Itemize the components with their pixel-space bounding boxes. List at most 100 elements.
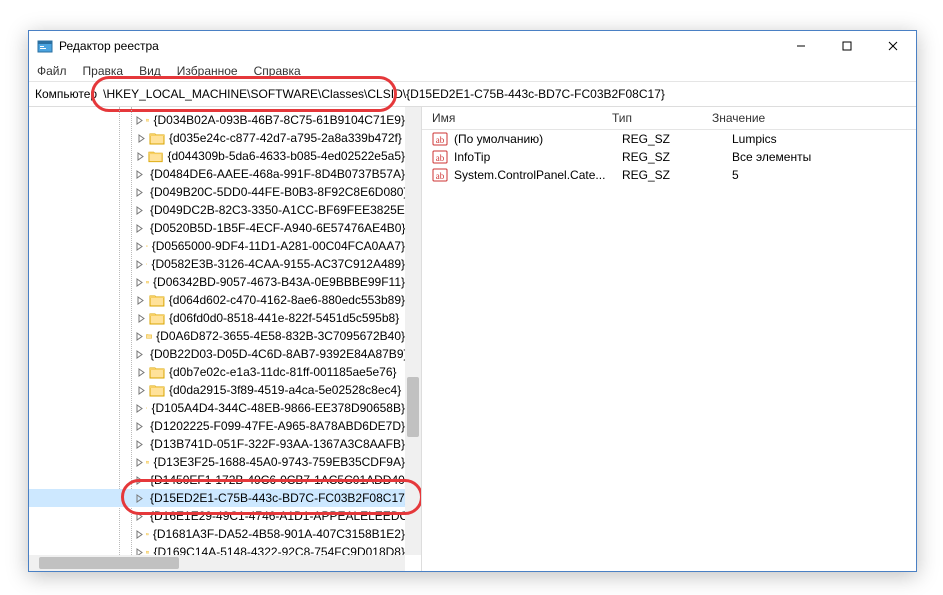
values-pane[interactable]: Имя Тип Значение (По умолчанию)REG_SZLum… [422, 107, 916, 571]
tree-item-label: {D0B22D03-D05D-4C6D-8AB7-9392E84A87B9} [150, 347, 405, 361]
minimize-button[interactable] [778, 31, 824, 61]
tree-item[interactable]: {d0b7e02c-e1a3-11dc-81ff-001185ae5e76} [29, 363, 405, 381]
tree-item[interactable]: {D049DC2B-82C3-3350-A1CC-BF69FEE3825E} [29, 201, 405, 219]
expand-icon[interactable] [135, 278, 144, 287]
scrollbar-thumb[interactable] [407, 377, 419, 437]
menu-bar: Файл Правка Вид Избранное Справка [29, 61, 916, 82]
tree-item-label: {D105A4D4-344C-48EB-9866-EE378D90658B} [151, 401, 405, 415]
value-type: REG_SZ [612, 168, 722, 182]
col-name[interactable]: Имя [422, 111, 602, 125]
value-row[interactable]: InfoTipREG_SZВсе элементы [422, 148, 916, 166]
tree-pane[interactable]: {D034B02A-093B-46B7-8C75-61B9104C71E9} {d… [29, 107, 422, 571]
value-data: 5 [722, 168, 916, 182]
tree-item-label: {D049DC2B-82C3-3350-A1CC-BF69FEE3825E} [150, 203, 405, 217]
tree-list[interactable]: {D034B02A-093B-46B7-8C75-61B9104C71E9} {d… [29, 107, 405, 555]
menu-file[interactable]: Файл [37, 64, 67, 78]
tree-item[interactable]: {D169C14A-5148-4322-92C8-754FC9D018D8} [29, 543, 405, 555]
app-icon [37, 38, 53, 54]
tree-item-label: {D0520B5D-1B5F-4ECF-A940-6E57476AE4B0} [150, 221, 405, 235]
expand-icon[interactable] [135, 242, 144, 251]
tree-item[interactable]: {D105A4D4-344C-48EB-9866-EE378D90658B} [29, 399, 405, 417]
tree-item[interactable]: {D16E1E29-49C1-4746-A1D1-APPEALELEEDC} [29, 507, 405, 525]
folder-icon [149, 383, 165, 397]
expand-icon[interactable] [135, 386, 147, 395]
tree-item[interactable]: {d0da2915-3f89-4519-a4ca-5e02528c8ec4} [29, 381, 405, 399]
tree-item-label: {d064d602-c470-4162-8ae6-880edc553b89} [169, 293, 405, 307]
expand-icon[interactable] [135, 116, 144, 125]
value-type: REG_SZ [612, 150, 722, 164]
expand-icon[interactable] [135, 476, 144, 485]
tree-item[interactable]: {D15ED2E1-C75B-443c-BD7C-FC03B2F08C17} [29, 489, 405, 507]
folder-icon [149, 293, 165, 307]
expand-icon[interactable] [135, 134, 147, 143]
tree-item-label: {d06fd0d0-8518-441e-822f-5451d5c595b8} [169, 311, 399, 325]
expand-icon[interactable] [135, 512, 144, 521]
tree-item[interactable]: {D0565000-9DF4-11D1-A281-00C04FCA0AA7} [29, 237, 405, 255]
expand-icon[interactable] [135, 314, 147, 323]
expand-icon[interactable] [135, 260, 144, 269]
tree-item-label: {d0b7e02c-e1a3-11dc-81ff-001185ae5e76} [169, 365, 397, 379]
tree-horizontal-scrollbar[interactable] [29, 555, 405, 571]
maximize-button[interactable] [824, 31, 870, 61]
expand-icon[interactable] [135, 170, 144, 179]
expand-icon[interactable] [135, 422, 144, 431]
menu-view[interactable]: Вид [139, 64, 161, 78]
tree-item[interactable]: {D0B22D03-D05D-4C6D-8AB7-9392E84A87B9} [29, 345, 405, 363]
tree-item[interactable]: {D0A6D872-3655-4E58-832B-3C7095672B40} [29, 327, 405, 345]
close-button[interactable] [870, 31, 916, 61]
window-title: Редактор реестра [59, 39, 778, 53]
address-path-clsid: \HKEY_LOCAL_MACHINE\SOFTWARE\Classes\CLS… [103, 87, 406, 101]
expand-icon[interactable] [135, 350, 144, 359]
title-bar[interactable]: Редактор реестра [29, 31, 916, 61]
tree-item-label: {D034B02A-093B-46B7-8C75-61B9104C71E9} [153, 113, 405, 127]
tree-vertical-scrollbar[interactable] [405, 107, 421, 555]
tree-item[interactable]: {D049B20C-5DD0-44FE-B0B3-8F92C8E6D080} [29, 183, 405, 201]
menu-help[interactable]: Справка [254, 64, 301, 78]
col-data[interactable]: Значение [702, 111, 916, 125]
expand-icon[interactable] [135, 458, 144, 467]
tree-item[interactable]: {D1450EF1-172B-49C6-0CB7-1AC5C01ADD40} [29, 471, 405, 489]
scrollbar-thumb[interactable] [39, 557, 179, 569]
expand-icon[interactable] [135, 404, 144, 413]
menu-favorites[interactable]: Избранное [177, 64, 238, 78]
expand-icon[interactable] [135, 494, 144, 503]
values-list[interactable]: (По умолчанию)REG_SZLumpicsInfoTipREG_SZ… [422, 130, 916, 184]
menu-edit[interactable]: Правка [83, 64, 124, 78]
expand-icon[interactable] [135, 440, 144, 449]
string-icon [432, 167, 448, 183]
tree-item[interactable]: {D06342BD-9057-4673-B43A-0E9BBBE99F11} [29, 273, 405, 291]
folder-icon [149, 365, 165, 379]
tree-item[interactable]: {D0582E3B-3126-4CAA-9155-AC37C912A489} [29, 255, 405, 273]
folder-icon [146, 455, 149, 469]
expand-icon[interactable] [135, 296, 147, 305]
col-type[interactable]: Тип [602, 111, 702, 125]
tree-item[interactable]: {d06fd0d0-8518-441e-822f-5451d5c595b8} [29, 309, 405, 327]
tree-item-label: {D15ED2E1-C75B-443c-BD7C-FC03B2F08C17} [150, 491, 405, 505]
expand-icon[interactable] [135, 206, 144, 215]
folder-icon [149, 131, 165, 145]
value-data: Lumpics [722, 132, 916, 146]
tree-item[interactable]: {D1202225-F099-47FE-A965-8A78ABD6DE7D} [29, 417, 405, 435]
expand-icon[interactable] [135, 368, 147, 377]
expand-icon[interactable] [135, 188, 144, 197]
tree-item[interactable]: {D13B741D-051F-322F-93AA-1367A3C8AAFB} [29, 435, 405, 453]
expand-icon[interactable] [135, 530, 144, 539]
tree-item[interactable]: {d044309b-5da6-4633-b085-4ed02522e5a5} [29, 147, 405, 165]
tree-item[interactable]: {D13E3F25-1688-45A0-9743-759EB35CDF9A} [29, 453, 405, 471]
folder-icon [146, 401, 147, 415]
value-row[interactable]: (По умолчанию)REG_SZLumpics [422, 130, 916, 148]
tree-item[interactable]: {D0520B5D-1B5F-4ECF-A940-6E57476AE4B0} [29, 219, 405, 237]
tree-item[interactable]: {D0484DE6-AAEE-468a-991F-8D4B0737B57A} [29, 165, 405, 183]
tree-item[interactable]: {d064d602-c470-4162-8ae6-880edc553b89} [29, 291, 405, 309]
tree-item-label: {D1202225-F099-47FE-A965-8A78ABD6DE7D} [150, 419, 405, 433]
expand-icon[interactable] [135, 152, 146, 161]
address-bar[interactable]: Компьютер \HKEY_LOCAL_MACHINE\SOFTWARE\C… [29, 82, 916, 107]
expand-icon[interactable] [135, 332, 144, 341]
expand-icon[interactable] [135, 224, 144, 233]
value-row[interactable]: System.ControlPanel.Cate...REG_SZ5 [422, 166, 916, 184]
value-type: REG_SZ [612, 132, 722, 146]
expand-icon[interactable] [135, 548, 144, 556]
tree-item[interactable]: {D1681A3F-DA52-4B58-901A-407C3158B1E2} [29, 525, 405, 543]
tree-item[interactable]: {D034B02A-093B-46B7-8C75-61B9104C71E9} [29, 111, 405, 129]
tree-item[interactable]: {d035e24c-c877-42d7-a795-2a8a339b472f} [29, 129, 405, 147]
